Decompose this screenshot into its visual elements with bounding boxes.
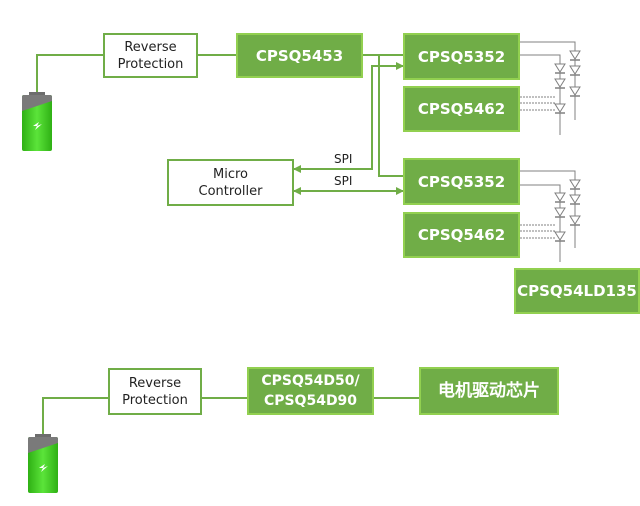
spi-label-2: SPI — [334, 174, 353, 188]
driver1-box: CPSQ5352 — [403, 33, 520, 80]
diode-icon — [569, 86, 581, 97]
diode-icon — [569, 50, 581, 61]
diode-icon — [554, 192, 566, 203]
regulator-box: CPSQ5453 — [236, 33, 363, 78]
diode-icon — [554, 231, 566, 242]
diode-icon — [569, 65, 581, 76]
spi-label-1: SPI — [334, 152, 353, 166]
diode-icon — [554, 63, 566, 74]
reverse-protection-box-2: Reverse Protection — [108, 368, 202, 415]
driver2-box: CPSQ5352 — [403, 158, 520, 205]
motor-driver-box: 电机驱动芯片 — [419, 367, 559, 415]
reverse-protection-box: Reverse Protection — [103, 33, 198, 78]
driver2-aux-box: CPSQ5462 — [403, 212, 520, 258]
led-diodes-1 — [554, 50, 581, 114]
battery-icon — [28, 434, 58, 493]
diode-icon — [569, 179, 581, 190]
led-driver-box: CPSQ54LD135 — [514, 268, 640, 314]
diode-icon — [554, 207, 566, 218]
diode-icon — [569, 194, 581, 205]
led-string-group-2 — [520, 170, 576, 262]
diode-icon — [554, 103, 566, 114]
led-string-group-1 — [520, 41, 576, 135]
driver1-aux-box: CPSQ5462 — [403, 86, 520, 132]
led-diodes-2 — [554, 179, 581, 242]
battery-icon — [22, 92, 52, 151]
diode-icon — [569, 215, 581, 226]
micro-controller-box: Micro Controller — [167, 159, 294, 206]
wire-regulator-to-driver2 — [378, 55, 403, 177]
diode-icon — [554, 78, 566, 89]
wire-battery-to-protection — [36, 54, 103, 93]
regulator-box-2: CPSQ54D50/ CPSQ54D90 — [247, 367, 374, 415]
